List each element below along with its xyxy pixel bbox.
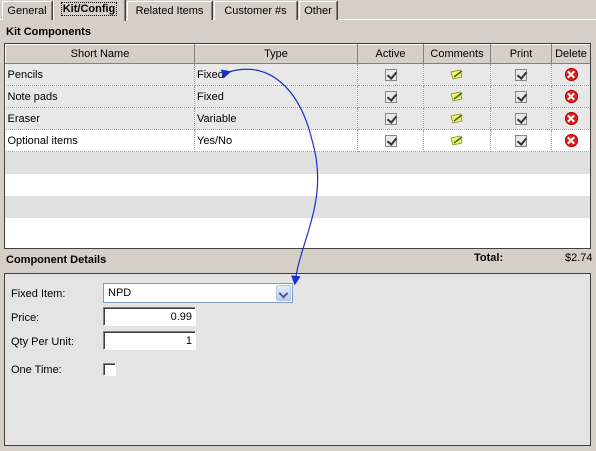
qty-per-unit-label: Qty Per Unit: — [11, 336, 74, 348]
cell-short-name[interactable]: Note pads — [5, 85, 195, 108]
delete-x-icon[interactable] — [564, 90, 578, 103]
note-pencil-icon[interactable] — [450, 91, 464, 102]
note-pencil-icon[interactable] — [450, 113, 464, 124]
cell-type[interactable]: Fixed — [194, 85, 358, 108]
tab-bar: General Kit/Config Related Items Custome… — [0, 0, 596, 21]
qty-per-unit-input[interactable]: 1 — [103, 331, 196, 350]
tab-other[interactable]: Other — [299, 1, 337, 20]
fixed-item-label: Fixed Item: — [11, 288, 66, 300]
fixed-item-dropdown[interactable]: NPD — [103, 283, 293, 303]
delete-x-icon[interactable] — [564, 134, 578, 147]
tab-kit-config-label: Kit/Config — [60, 2, 118, 16]
active-checkmark-icon[interactable] — [384, 112, 397, 125]
active-checkmark-icon[interactable] — [384, 90, 397, 103]
total-value: $2.74 — [565, 252, 593, 264]
table-row[interactable]: Pencils Fixed — [5, 63, 590, 86]
table-row-selected[interactable]: Optional items Yes/No — [5, 129, 590, 152]
cell-short-name[interactable]: Pencils — [5, 63, 195, 86]
print-checkmark-icon[interactable] — [515, 112, 527, 125]
kit-components-title: Kit Components — [6, 26, 91, 38]
component-details-panel — [4, 273, 591, 446]
empty-row — [5, 152, 590, 174]
price-label: Price: — [11, 312, 40, 324]
table-row[interactable]: Note pads Fixed — [5, 85, 590, 108]
print-checkmark-icon[interactable] — [515, 68, 527, 81]
cell-short-name[interactable]: Optional items — [5, 129, 195, 152]
cell-short-name[interactable]: Eraser — [5, 107, 195, 130]
note-pencil-icon[interactable] — [450, 135, 464, 146]
tab-kit-config[interactable]: Kit/Config — [53, 0, 125, 21]
one-time-label: One Time: — [11, 364, 62, 376]
cell-type[interactable]: Fixed — [194, 63, 358, 86]
cell-type[interactable]: Variable — [194, 107, 358, 130]
print-checkmark-icon[interactable] — [515, 90, 527, 103]
empty-row — [5, 196, 590, 218]
active-checkmark-icon[interactable] — [384, 68, 397, 81]
column-header-active[interactable]: Active — [357, 44, 424, 64]
column-header-short-name[interactable]: Short Name — [5, 44, 195, 64]
price-input[interactable]: 0.99 — [103, 307, 196, 326]
chevron-down-icon[interactable] — [276, 285, 291, 301]
fixed-item-value: NPD — [108, 287, 132, 299]
tab-general-label: General — [7, 5, 47, 17]
print-checkmark-icon[interactable] — [515, 134, 527, 147]
empty-row — [5, 174, 590, 196]
table-row[interactable]: Eraser Variable — [5, 107, 590, 130]
delete-x-icon[interactable] — [564, 68, 578, 81]
kit-components-grid[interactable]: Short Name Type Active Comments Print De… — [4, 43, 591, 249]
column-header-delete[interactable]: Delete — [551, 44, 590, 64]
tab-other-label: Other — [304, 5, 332, 17]
delete-x-icon[interactable] — [564, 112, 578, 125]
component-details-title: Component Details — [6, 254, 107, 266]
total-label: Total: — [474, 252, 504, 264]
tab-customer-numbers-label: Customer #s — [224, 5, 287, 17]
column-header-type[interactable]: Type — [194, 44, 358, 64]
tab-related-items-label: Related Items — [135, 5, 204, 17]
cell-type[interactable]: Yes/No — [194, 129, 358, 152]
active-checkmark-icon[interactable] — [384, 134, 397, 147]
tab-related-items[interactable]: Related Items — [127, 1, 212, 20]
empty-row — [5, 218, 590, 240]
tab-customer-numbers[interactable]: Customer #s — [214, 1, 297, 20]
one-time-checkbox[interactable] — [103, 363, 116, 376]
note-pencil-icon[interactable] — [450, 69, 464, 80]
column-header-comments[interactable]: Comments — [423, 44, 491, 64]
tab-general[interactable]: General — [2, 1, 52, 20]
column-header-print[interactable]: Print — [490, 44, 552, 64]
